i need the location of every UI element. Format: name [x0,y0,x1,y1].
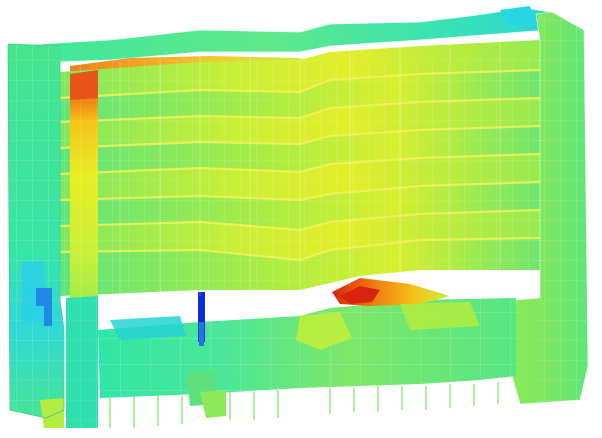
podium-cyan-patch [110,316,186,340]
left-column-red-cap [70,70,98,100]
3d-model-viewport[interactable] [0,0,602,438]
left-pier-grid [66,296,98,428]
building-fem-render [7,6,589,428]
right-tower-grid [536,14,588,404]
podium-lime-patch [400,302,480,330]
left-wing-grid [8,44,64,416]
left-column-grid [70,70,98,302]
blue-support-column-lower [199,322,204,346]
